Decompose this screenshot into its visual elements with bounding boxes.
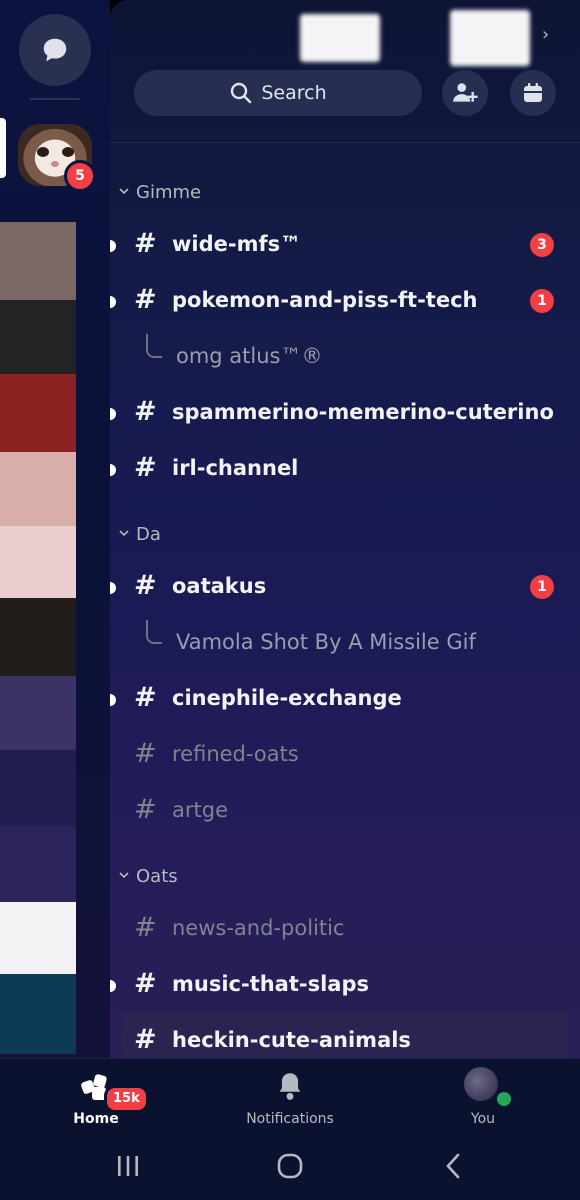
channel-name: oatakus (172, 574, 267, 598)
home-notification-badge: 15k (104, 1085, 149, 1113)
search-button[interactable]: Search (134, 70, 422, 116)
server-icon-blur[interactable] (0, 526, 76, 598)
unread-indicator (110, 464, 116, 476)
hash-icon: # (134, 570, 157, 601)
chevron-down-icon (119, 188, 129, 195)
channel-heckin-cute-animals[interactable]: # heckin-cute-animals (110, 1022, 580, 1060)
channel-artge[interactable]: # artge (110, 792, 580, 832)
category-label: Gimme (136, 182, 202, 203)
recent-apps-icon[interactable] (114, 1152, 142, 1180)
search-label: Search (261, 82, 327, 104)
channel-name: music-that-slaps (172, 972, 370, 996)
rail-divider (30, 98, 80, 100)
online-status-dot (494, 1089, 514, 1109)
server-icon-blur[interactable] (0, 974, 76, 1054)
mention-badge: 1 (530, 289, 554, 313)
server-icon-blur[interactable] (0, 598, 76, 676)
hash-icon: # (134, 912, 157, 943)
channel-irl-channel[interactable]: # irl-channel (110, 450, 580, 490)
hash-icon: # (134, 738, 157, 769)
channel-name: irl-channel (172, 456, 299, 480)
direct-messages-button[interactable] (19, 14, 91, 86)
bottom-navigation: Home 15k Notifications You (0, 1058, 580, 1139)
thread-name: omg atlus™® (176, 344, 323, 368)
server-icon-blur[interactable] (0, 676, 76, 750)
server-icon-blur[interactable] (0, 300, 76, 374)
back-icon[interactable] (440, 1152, 468, 1180)
category-label: Da (136, 524, 161, 545)
unread-indicator (110, 240, 116, 252)
channel-name: heckin-cute-animals (172, 1028, 411, 1052)
system-navigation-bar (0, 1138, 580, 1200)
channel-music-that-slaps[interactable]: # music-that-slaps (110, 966, 580, 1006)
server-mention-badge: 5 (64, 160, 96, 192)
hash-icon: # (134, 452, 157, 483)
header-divider (110, 142, 580, 143)
hash-icon: # (134, 968, 157, 999)
search-icon (231, 82, 252, 104)
server-icon-blur[interactable] (0, 826, 76, 902)
thread-vamola-shot[interactable]: Vamola Shot By A Missile Gif (110, 620, 580, 662)
nav-home-label: Home (73, 1111, 119, 1127)
mention-badge: 3 (530, 233, 554, 257)
unread-indicator (110, 582, 116, 594)
home-circle-icon[interactable] (276, 1152, 304, 1180)
mention-badge: 1 (530, 575, 554, 599)
channel-refined-oats[interactable]: # refined-oats (110, 736, 580, 776)
server-icon-blur[interactable] (0, 222, 76, 300)
chat-bubble-icon (43, 38, 67, 62)
unread-indicator (110, 296, 116, 308)
server-icon-blur[interactable] (0, 374, 76, 452)
nav-you-label: You (470, 1111, 496, 1127)
add-member-icon (453, 83, 478, 102)
server-name-redacted (300, 14, 380, 62)
events-button[interactable] (510, 70, 556, 116)
hash-icon: # (134, 284, 157, 315)
unread-indicator (110, 694, 116, 706)
server-icon-blur[interactable] (0, 750, 76, 826)
channel-name: news-and-politic (172, 916, 345, 940)
category-label: Oats (136, 866, 178, 887)
thread-connector (146, 620, 162, 644)
chevron-down-icon (119, 872, 129, 879)
nav-notifications-tab[interactable]: Notifications (230, 1059, 350, 1139)
channel-pokemon-and-piss-ft-tech[interactable]: # pokemon-and-piss-ft-tech 1 (110, 282, 580, 322)
server-name-redacted (450, 10, 530, 66)
thread-connector (146, 334, 162, 358)
hash-icon: # (134, 228, 157, 259)
calendar-icon (524, 83, 542, 102)
thread-name: Vamola Shot By A Missile Gif (176, 630, 476, 654)
nav-notifications-label: Notifications (246, 1111, 334, 1127)
thread-omg-atlus[interactable]: omg atlus™® (110, 334, 580, 376)
channel-news-and-politic[interactable]: # news-and-politic (110, 910, 580, 950)
channel-panel: › Search Gimme # wide-mfs™ 3 # pokemon-a… (110, 0, 580, 1060)
channel-wide-mfs[interactable]: # wide-mfs™ 3 (110, 226, 580, 266)
channel-oatakus[interactable]: # oatakus 1 (110, 568, 580, 608)
channel-cinephile-exchange[interactable]: # cinephile-exchange (110, 680, 580, 720)
server-icon-blur[interactable] (0, 902, 76, 974)
channel-name: pokemon-and-piss-ft-tech (172, 288, 478, 312)
hash-icon: # (134, 682, 157, 713)
invite-members-button[interactable] (442, 70, 488, 116)
channel-name: artge (172, 798, 228, 822)
hash-icon: # (134, 1024, 157, 1055)
channel-spammerino-memerino-cuterino[interactable]: # spammerino-memerino-cuterino (110, 394, 580, 434)
channel-name: spammerino-memerino-cuterino (172, 400, 554, 424)
chevron-down-icon (119, 530, 129, 537)
server-header-chevron[interactable]: › (542, 24, 549, 45)
channel-name: refined-oats (172, 742, 299, 766)
unread-indicator (110, 980, 116, 992)
channel-name: cinephile-exchange (172, 686, 402, 710)
channel-name: wide-mfs™ (172, 232, 302, 256)
bell-icon (279, 1073, 301, 1100)
user-avatar[interactable] (464, 1067, 498, 1101)
hash-icon: # (134, 794, 157, 825)
server-icon-blur[interactable] (0, 452, 76, 526)
selected-server-indicator (0, 118, 6, 178)
server-rail: 5 (0, 0, 110, 1060)
unread-indicator (110, 408, 116, 420)
hash-icon: # (134, 396, 157, 427)
